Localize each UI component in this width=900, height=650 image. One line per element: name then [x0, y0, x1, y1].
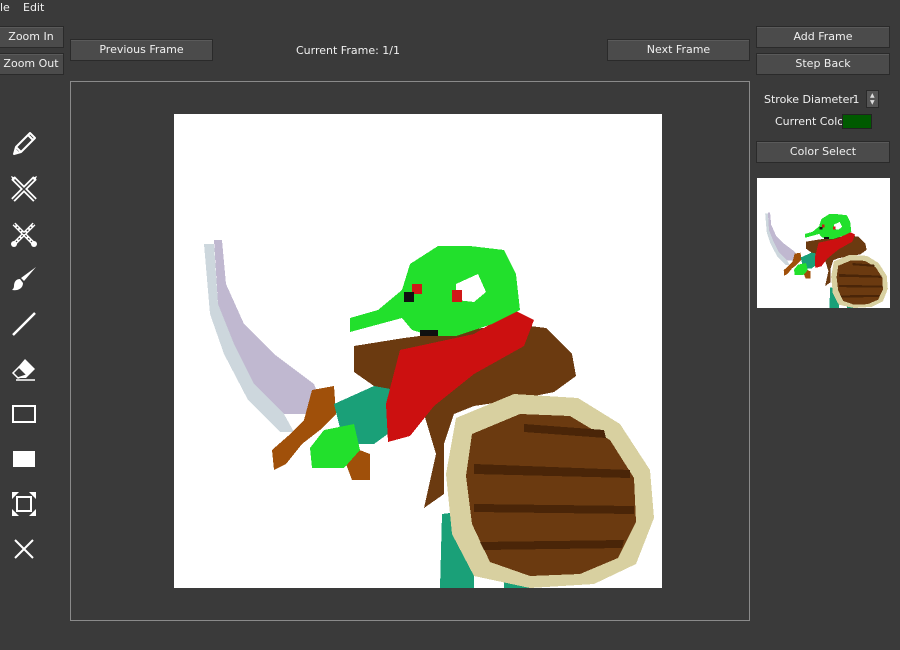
- pencil-icon: [13, 132, 36, 155]
- clear-icon: [14, 539, 34, 559]
- menu-file[interactable]: le: [0, 1, 10, 14]
- rectangle-outline-icon: [12, 405, 36, 423]
- filled-rectangle-tool[interactable]: [8, 443, 40, 475]
- art-shape: [350, 246, 520, 336]
- eraser-tool[interactable]: [8, 353, 40, 385]
- stroke-diameter-spinner[interactable]: ▲ ▼: [866, 90, 879, 108]
- eraser-icon: [11, 359, 35, 381]
- step-back-button[interactable]: Step Back: [756, 53, 890, 75]
- filled-rectangle-icon: [13, 451, 35, 467]
- next-frame-button[interactable]: Next Frame: [607, 39, 750, 61]
- current-color-label: Current Color: [775, 115, 849, 128]
- drawing-canvas[interactable]: [174, 114, 662, 588]
- menu-bar: le Edit: [0, 0, 900, 16]
- crossed-brushes-tool[interactable]: [8, 218, 40, 250]
- zoom-out-button[interactable]: Zoom Out: [0, 53, 64, 75]
- crossed-pencils-tool[interactable]: [8, 173, 40, 205]
- color-select-button[interactable]: Color Select: [756, 141, 890, 163]
- pixel-art: [204, 240, 654, 588]
- fit-screen-tool[interactable]: [8, 488, 40, 520]
- preview-art: [765, 212, 888, 308]
- zoom-in-button[interactable]: Zoom In: [0, 26, 64, 48]
- crossed-pencils-icon: [11, 176, 37, 202]
- fit-screen-icon: [12, 492, 36, 516]
- add-frame-button[interactable]: Add Frame: [756, 26, 890, 48]
- stroke-diameter-value[interactable]: 1: [848, 93, 864, 106]
- frame-preview-thumbnail[interactable]: [757, 178, 890, 308]
- line-icon: [12, 312, 36, 336]
- tool-bar: [0, 120, 50, 570]
- previous-frame-button[interactable]: Previous Frame: [70, 39, 213, 61]
- art-shape: [767, 212, 798, 261]
- clear-tool[interactable]: [8, 533, 40, 565]
- menu-edit[interactable]: Edit: [23, 1, 44, 14]
- art-shape: [214, 240, 322, 414]
- current-frame-label: Current Frame: 1/1: [296, 44, 400, 57]
- pencil-tool[interactable]: [8, 128, 40, 160]
- art-shape: [804, 214, 852, 239]
- crossed-brushes-icon: [11, 222, 37, 247]
- brush-icon: [12, 267, 36, 291]
- stroke-diameter-label: Stroke Diameter: [764, 93, 854, 106]
- brush-tool[interactable]: [8, 263, 40, 295]
- current-color-swatch: [842, 114, 872, 129]
- rectangle-outline-tool[interactable]: [8, 398, 40, 430]
- line-tool[interactable]: [8, 308, 40, 340]
- spinner-down-icon[interactable]: ▼: [870, 100, 875, 106]
